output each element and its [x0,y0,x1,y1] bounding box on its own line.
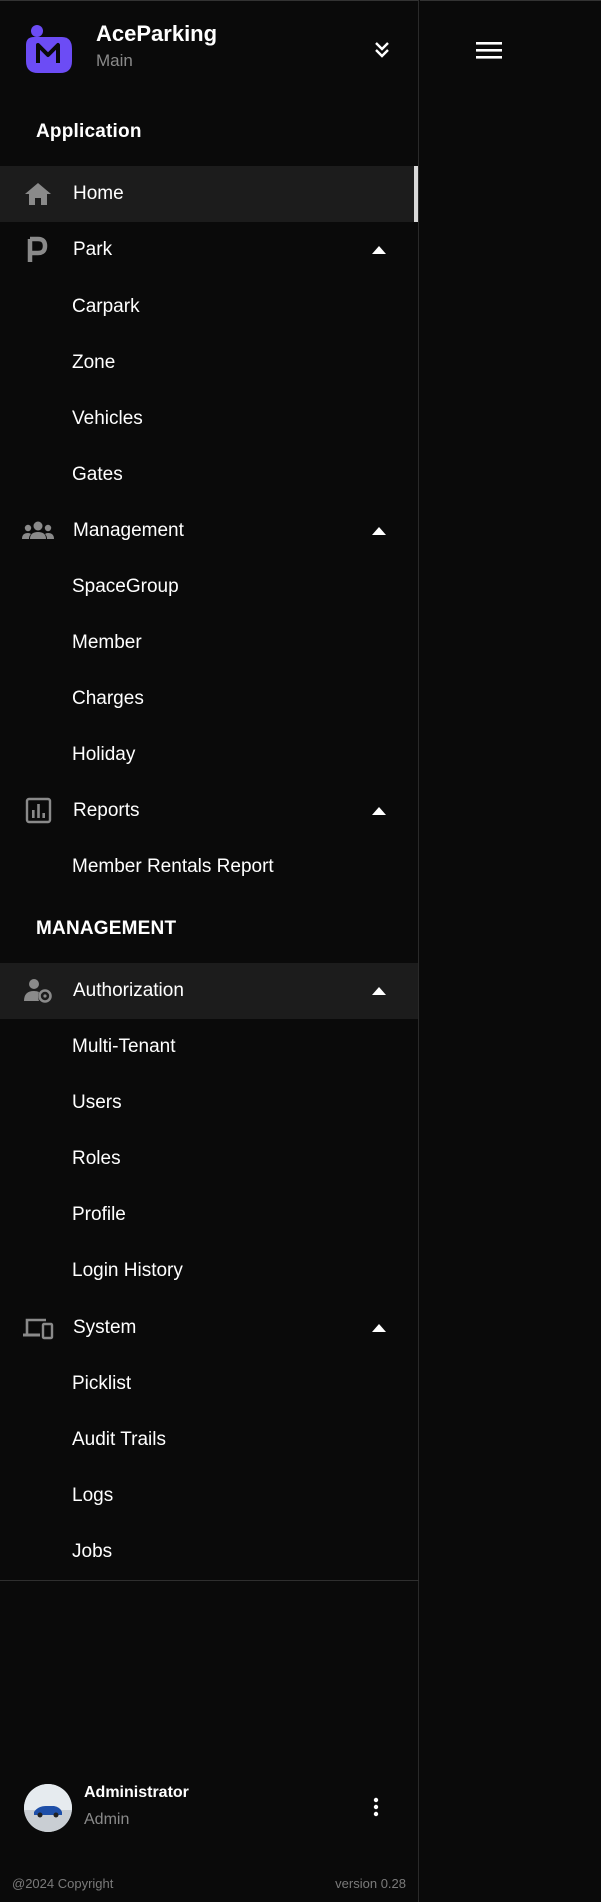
nav-reports-label: Reports [73,800,140,821]
user-settings-icon [24,979,52,1003]
nav-item-jobs[interactable]: Jobs [72,1541,112,1565]
nav-item-picklist[interactable]: Picklist [72,1373,131,1397]
parking-icon [27,236,48,262]
nav-home[interactable]: Home [0,166,418,222]
avatar-image [24,1784,72,1832]
more-vertical-icon[interactable] [370,1795,382,1819]
double-chevron-down-icon[interactable] [370,37,394,61]
nav-reports[interactable]: Reports [0,783,418,839]
nav-home-label: Home [73,183,124,204]
caret-up-icon [372,1324,386,1332]
nav-item-member[interactable]: Member [72,632,142,656]
caret-up-icon [372,987,386,995]
sidebar-divider [0,1580,419,1581]
nav-authorization[interactable]: Authorization [0,963,418,1019]
nav-item-logs[interactable]: Logs [72,1485,113,1509]
group-icon [22,521,54,539]
section-title-management: MANAGEMENT [36,918,177,939]
active-indicator [414,166,418,222]
nav-authorization-label: Authorization [73,980,184,1001]
nav-system-label: System [73,1317,137,1338]
user-role: Admin [84,1811,130,1828]
nav-item-spacegroup[interactable]: SpaceGroup [72,576,179,600]
nav-item-multi-tenant[interactable]: Multi-Tenant [72,1036,176,1060]
nav-park-label: Park [73,239,113,260]
nav-item-roles[interactable]: Roles [72,1148,121,1172]
user-panel: Administrator Admin [0,1781,419,1851]
nav-item-carpark[interactable]: Carpark [72,296,140,320]
nav-item-audit-trails[interactable]: Audit Trails [72,1429,166,1453]
version-text: version 0.28 [335,1876,406,1891]
sidebar: AceParking Main Application Home Park Ca… [0,0,419,1902]
app-subtitle: Main [96,51,133,70]
caret-up-icon [372,527,386,535]
nav-management[interactable]: Management [0,503,418,559]
hamburger-menu-icon[interactable] [476,39,502,61]
user-name: Administrator [84,1784,189,1801]
nav-item-login-history[interactable]: Login History [72,1260,183,1284]
section-title-application: Application [36,121,142,142]
main-content [420,0,601,1902]
brand-header: AceParking Main [0,1,419,101]
nav-item-users[interactable]: Users [72,1092,122,1116]
app-logo [26,25,72,73]
avatar[interactable] [24,1784,72,1832]
nav-item-holiday[interactable]: Holiday [72,744,135,768]
caret-up-icon [372,807,386,815]
nav-item-zone[interactable]: Zone [72,352,115,376]
nav-system[interactable]: System [0,1300,418,1356]
copyright-text: @2024 Copyright [12,1876,114,1891]
devices-icon [23,1318,54,1340]
home-icon [25,183,51,205]
app-name: AceParking [96,21,218,46]
caret-up-icon [372,246,386,254]
nav-item-gates[interactable]: Gates [72,464,123,488]
nav-item-vehicles[interactable]: Vehicles [72,408,143,432]
nav-item-charges[interactable]: Charges [72,688,144,712]
bar-chart-icon [25,797,52,824]
nav-item-profile[interactable]: Profile [72,1204,126,1228]
nav-management-label: Management [73,520,184,541]
nav-item-member-rentals-report[interactable]: Member Rentals Report [72,856,274,880]
nav-park[interactable]: Park [0,222,418,278]
